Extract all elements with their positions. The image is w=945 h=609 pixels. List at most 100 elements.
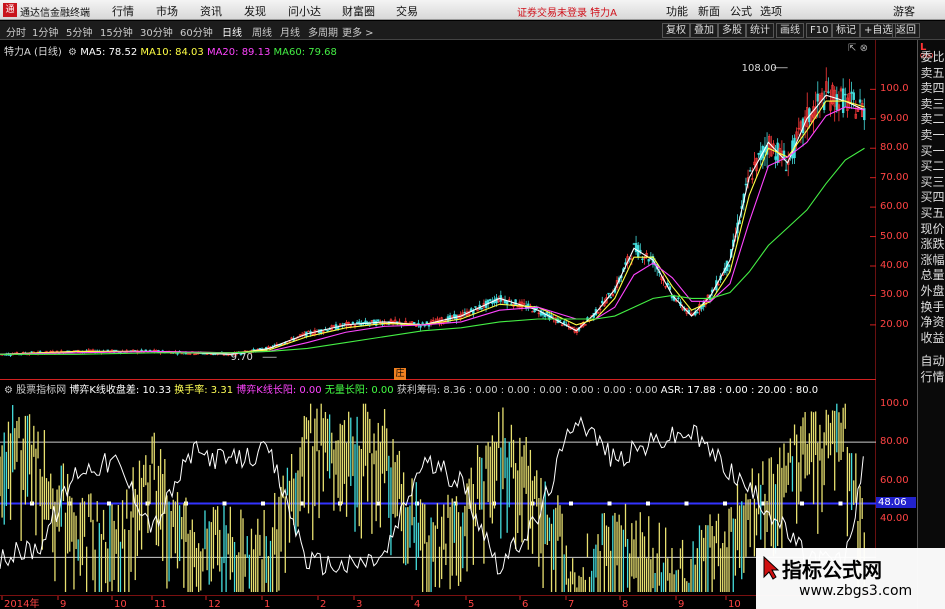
f10-button[interactable]: F10 — [806, 23, 833, 38]
side-label[interactable]: 换手 — [920, 300, 945, 315]
indicator-chart[interactable]: ⚙ 股票指标网 博弈K线收盘差: 10.33 换手率: 3.31 博弈K线长阳:… — [0, 368, 916, 595]
side-label[interactable]: 委比 — [920, 50, 945, 65]
price-tick-label: 90.00 — [880, 112, 909, 124]
side-label[interactable]: 买四 — [920, 190, 945, 205]
back-button[interactable]: 返回 — [892, 23, 920, 38]
side-label[interactable]: 现价 — [920, 222, 945, 237]
side-label[interactable]: 买二 — [920, 159, 945, 174]
side-label[interactable]: 行情 — [920, 370, 945, 385]
side-label[interactable]: 买一 — [920, 144, 945, 159]
candle-body — [844, 93, 847, 96]
time-tick-label: 8 — [622, 599, 628, 609]
period-15min[interactable]: 15分钟 — [100, 24, 133, 39]
price-tick-label: 100.0 — [880, 83, 909, 95]
price-tick-label: 60.00 — [880, 201, 909, 213]
period-daily[interactable]: 日线 — [222, 24, 242, 39]
add-favorite-button[interactable]: +自选 — [860, 23, 897, 38]
menu-bar: 通 通达信金融终端 行情 市场 资讯 发现 问小达 财富圈 交易 证券交易未登录… — [0, 0, 945, 20]
side-label[interactable]: 卖四 — [920, 81, 945, 96]
reference-dot — [415, 501, 419, 506]
time-tick-label: 3 — [356, 599, 362, 609]
side-label[interactable]: 卖二 — [920, 112, 945, 127]
guest-user[interactable]: 游客 — [893, 3, 915, 19]
menu-trade[interactable]: 交易 — [396, 3, 418, 19]
period-30min[interactable]: 30分钟 — [140, 24, 173, 39]
price-tick-label: 20.00 — [880, 318, 909, 330]
cursor-logo-icon — [763, 556, 780, 580]
time-tick-label: 6 — [522, 599, 528, 609]
period-more[interactable]: 更多 > — [342, 24, 374, 39]
candle-body — [607, 292, 610, 295]
side-label[interactable]: 收益 — [920, 331, 945, 346]
period-multi[interactable]: 多周期 — [308, 24, 338, 39]
side-label[interactable]: 涨幅 — [920, 253, 945, 268]
side-label[interactable]: 净资 — [920, 315, 945, 330]
menu-assistant[interactable]: 问小达 — [288, 3, 321, 19]
period-60min[interactable]: 60分钟 — [180, 24, 213, 39]
settings-icon[interactable]: ⚙ — [68, 47, 77, 58]
menu-market[interactable]: 市场 — [156, 3, 178, 19]
candle-body — [744, 183, 748, 186]
menu-options[interactable]: 选项 — [760, 3, 782, 19]
side-label[interactable]: 买五 — [920, 206, 945, 221]
candle-body — [748, 170, 752, 172]
zoom-icon[interactable]: ⇱ — [848, 43, 856, 54]
restore-rights-button[interactable]: 复权 — [662, 23, 690, 38]
chart-background — [0, 40, 876, 380]
chart-period: (日线) — [34, 47, 62, 58]
candle-body — [355, 322, 359, 324]
mark-button[interactable]: 标记 — [832, 23, 860, 38]
candle-body — [696, 311, 699, 314]
candle-body — [641, 258, 644, 261]
period-tick[interactable]: 分时 — [6, 24, 26, 39]
indicator-tick-label: 80.00 — [880, 436, 909, 448]
menu-function[interactable]: 功能 — [666, 3, 688, 19]
draw-line-button[interactable]: 画线 — [776, 23, 804, 38]
side-label[interactable]: 卖一 — [920, 128, 945, 143]
time-tick-label: 2014年 — [4, 597, 39, 609]
side-label[interactable]: 卖三 — [920, 97, 945, 112]
menu-formula[interactable]: 公式 — [730, 3, 752, 19]
period-monthly[interactable]: 月线 — [280, 24, 300, 39]
price-tick-label: 80.00 — [880, 142, 909, 154]
menu-news[interactable]: 资讯 — [200, 3, 222, 19]
indicator-tick-label: 100.0 — [880, 397, 909, 409]
price-annotation: 108.00 — [742, 63, 777, 74]
candle-body — [827, 91, 830, 93]
close-icon[interactable]: ⊗ — [860, 43, 868, 54]
period-5min[interactable]: 5分钟 — [66, 24, 92, 39]
candle-body — [326, 329, 329, 332]
login-notice[interactable]: 证券交易未登录 特力A — [517, 4, 617, 19]
statistics-button[interactable]: 统计 — [746, 23, 774, 38]
price-tick-label: 30.00 — [880, 289, 909, 301]
period-weekly[interactable]: 周线 — [252, 24, 272, 39]
multi-stock-button[interactable]: 多股 — [718, 23, 746, 38]
side-label[interactable]: 总量 — [920, 268, 945, 283]
side-label[interactable]: 买三 — [920, 175, 945, 190]
candle-body — [677, 297, 680, 300]
side-label[interactable]: 卖五 — [920, 66, 945, 81]
indicator-settings-icon[interactable]: ⚙ — [4, 385, 13, 396]
menu-discover[interactable]: 发现 — [244, 3, 266, 19]
watermark-title: 指标公式网 — [782, 558, 882, 582]
reference-dot — [222, 501, 227, 506]
side-label[interactable]: 外盘 — [920, 284, 945, 299]
candle-body — [609, 296, 612, 299]
menu-wealth[interactable]: 财富圈 — [342, 3, 375, 19]
overlay-button[interactable]: 叠加 — [690, 23, 718, 38]
reference-dot — [800, 501, 804, 506]
side-label[interactable]: 涨跌 — [920, 237, 945, 252]
side-label[interactable]: 自动 — [920, 354, 945, 369]
period-1min[interactable]: 1分钟 — [32, 24, 58, 39]
time-axis: 2014年 9 10 11 12 1 2 3 4 5 6 7 8 9 10 — [0, 595, 876, 609]
candle-body — [850, 91, 853, 94]
candle-body — [727, 264, 731, 267]
candle-body — [474, 306, 477, 308]
price-chart[interactable]: 108.00 9.70 特力A (日线) ⚙ MA5: 78.52 MA10: 8… — [0, 40, 909, 380]
menu-new-page[interactable]: 新面 — [698, 3, 720, 19]
indicator-legend-item: ASR: 17.88 : 0.00 : 20.00 : — [657, 385, 793, 396]
price-tick-label: 40.00 — [880, 260, 909, 271]
price-tick-label: 50.00 — [880, 230, 909, 242]
candle-body — [514, 299, 517, 306]
menu-quotes[interactable]: 行情 — [112, 3, 134, 19]
